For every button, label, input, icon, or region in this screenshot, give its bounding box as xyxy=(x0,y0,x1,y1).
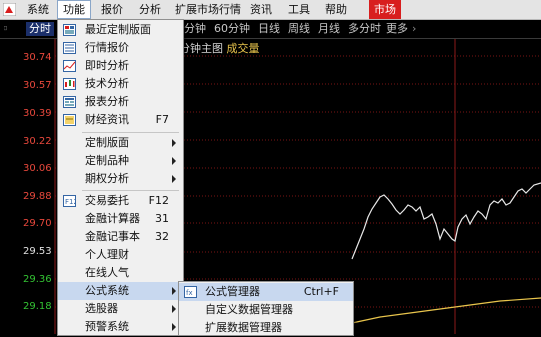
volume-label: 成交量 xyxy=(226,42,260,55)
menu-item-calculator[interactable]: 金融计算器 31 xyxy=(58,210,183,228)
menu-news[interactable]: 资讯 xyxy=(245,0,277,19)
average-line xyxy=(351,297,541,324)
submenu-arrow-icon xyxy=(172,175,176,183)
submenu-arrow-icon xyxy=(172,323,176,331)
menu-separator xyxy=(82,190,179,191)
report-icon xyxy=(63,96,76,108)
svg-text:fx: fx xyxy=(186,289,193,297)
tab-timeshare[interactable]: 分时 xyxy=(26,22,54,36)
menu-system[interactable]: 系统 xyxy=(22,0,54,19)
timeline-icon xyxy=(63,60,76,72)
menu-item-option-analysis[interactable]: 期权分析 xyxy=(58,170,183,188)
menu-item-trade[interactable]: F12 交易委托 F12 xyxy=(58,192,183,210)
function-menu: 最近定制版面 行情报价 即时分析 技术分析 报表分析 财经资讯 F7 定制版面 … xyxy=(57,19,184,336)
menu-item-personal-finance[interactable]: 个人理财 xyxy=(58,246,183,264)
menu-item-custom-layout[interactable]: 定制版面 xyxy=(58,134,183,152)
price-tick: 29.70 xyxy=(23,218,52,229)
submenu-item-formula-manager[interactable]: fx 公式管理器 Ctrl+F xyxy=(179,283,353,301)
menu-item-finance-news[interactable]: 财经资讯 F7 xyxy=(58,111,183,129)
menu-item-alert-system[interactable]: 预警系统 xyxy=(58,318,183,336)
menu-item-stock-screener[interactable]: 选股器 xyxy=(58,300,183,318)
chart-subtitle: 5分钟主图 成交量 xyxy=(172,40,260,56)
menu-item-quote[interactable]: 行情报价 xyxy=(58,39,183,57)
submenu-arrow-icon xyxy=(172,305,176,313)
price-tick: 29.18 xyxy=(23,301,52,312)
submenu-arrow-icon xyxy=(172,139,176,147)
more-arrow-icon[interactable]: › xyxy=(412,22,416,36)
menu-bar: 系统 功能 报价 分析 扩展市场行情 资讯 工具 帮助 市场 xyxy=(0,0,541,20)
app-logo-icon[interactable] xyxy=(3,3,16,16)
submenu-arrow-icon xyxy=(172,157,176,165)
period-daily[interactable]: 日线 xyxy=(258,22,280,36)
menu-item-report[interactable]: 报表分析 xyxy=(58,93,183,111)
price-line xyxy=(351,182,541,260)
menu-extended-market[interactable]: 扩展市场行情 xyxy=(170,0,246,19)
layout-icon xyxy=(63,24,76,36)
menu-item-custom-symbols[interactable]: 定制品种 xyxy=(58,152,183,170)
price-tick: 29.88 xyxy=(23,191,52,202)
period-more[interactable]: 更多 xyxy=(386,22,408,36)
period-monthly[interactable]: 月线 xyxy=(318,22,340,36)
price-tick: 30.74 xyxy=(23,52,52,63)
submenu-item-custom-data-manager[interactable]: 自定义数据管理器 xyxy=(179,301,353,319)
menu-item-realtime[interactable]: 即时分析 xyxy=(58,57,183,75)
submenu-item-extended-data-manager[interactable]: 扩展数据管理器 xyxy=(179,319,353,337)
menu-help[interactable]: 帮助 xyxy=(320,0,352,19)
menu-item-formula-system[interactable]: 公式系统 xyxy=(58,282,183,300)
price-tick: 29.53 xyxy=(23,246,52,257)
quote-icon xyxy=(63,42,76,54)
menu-item-technical[interactable]: 技术分析 xyxy=(58,75,183,93)
period-60min[interactable]: 60分钟 xyxy=(214,22,250,36)
menu-market[interactable]: 市场 xyxy=(369,0,401,19)
menu-tools[interactable]: 工具 xyxy=(283,0,315,19)
svg-text:F12: F12 xyxy=(65,198,76,206)
formula-icon: fx xyxy=(184,286,197,298)
price-tick: 30.22 xyxy=(23,136,52,147)
period-minute[interactable]: 分钟 xyxy=(184,22,206,36)
formula-submenu: fx 公式管理器 Ctrl+F 自定义数据管理器 扩展数据管理器 xyxy=(178,281,354,336)
toolbar-grip-icon[interactable] xyxy=(4,23,12,35)
price-tick: 30.39 xyxy=(23,108,52,119)
period-weekly[interactable]: 周线 xyxy=(288,22,310,36)
menu-item-notebook[interactable]: 金融记事本 32 xyxy=(58,228,183,246)
trade-icon: F12 xyxy=(63,195,76,207)
submenu-arrow-icon xyxy=(172,287,176,295)
price-tick: 30.57 xyxy=(23,80,52,91)
menu-item-recent-layout[interactable]: 最近定制版面 xyxy=(58,21,183,39)
menu-function[interactable]: 功能 xyxy=(57,0,91,19)
period-multi-timeshare[interactable]: 多分时 xyxy=(348,22,381,36)
menu-analysis[interactable]: 分析 xyxy=(134,0,166,19)
menu-item-online-popularity[interactable]: 在线人气 xyxy=(58,264,183,282)
menu-separator xyxy=(82,132,179,133)
price-tick: 29.36 xyxy=(23,274,52,285)
finance-news-icon xyxy=(63,114,76,126)
price-tick: 30.06 xyxy=(23,163,52,174)
candlestick-icon xyxy=(63,78,76,90)
menu-quote[interactable]: 报价 xyxy=(96,0,128,19)
